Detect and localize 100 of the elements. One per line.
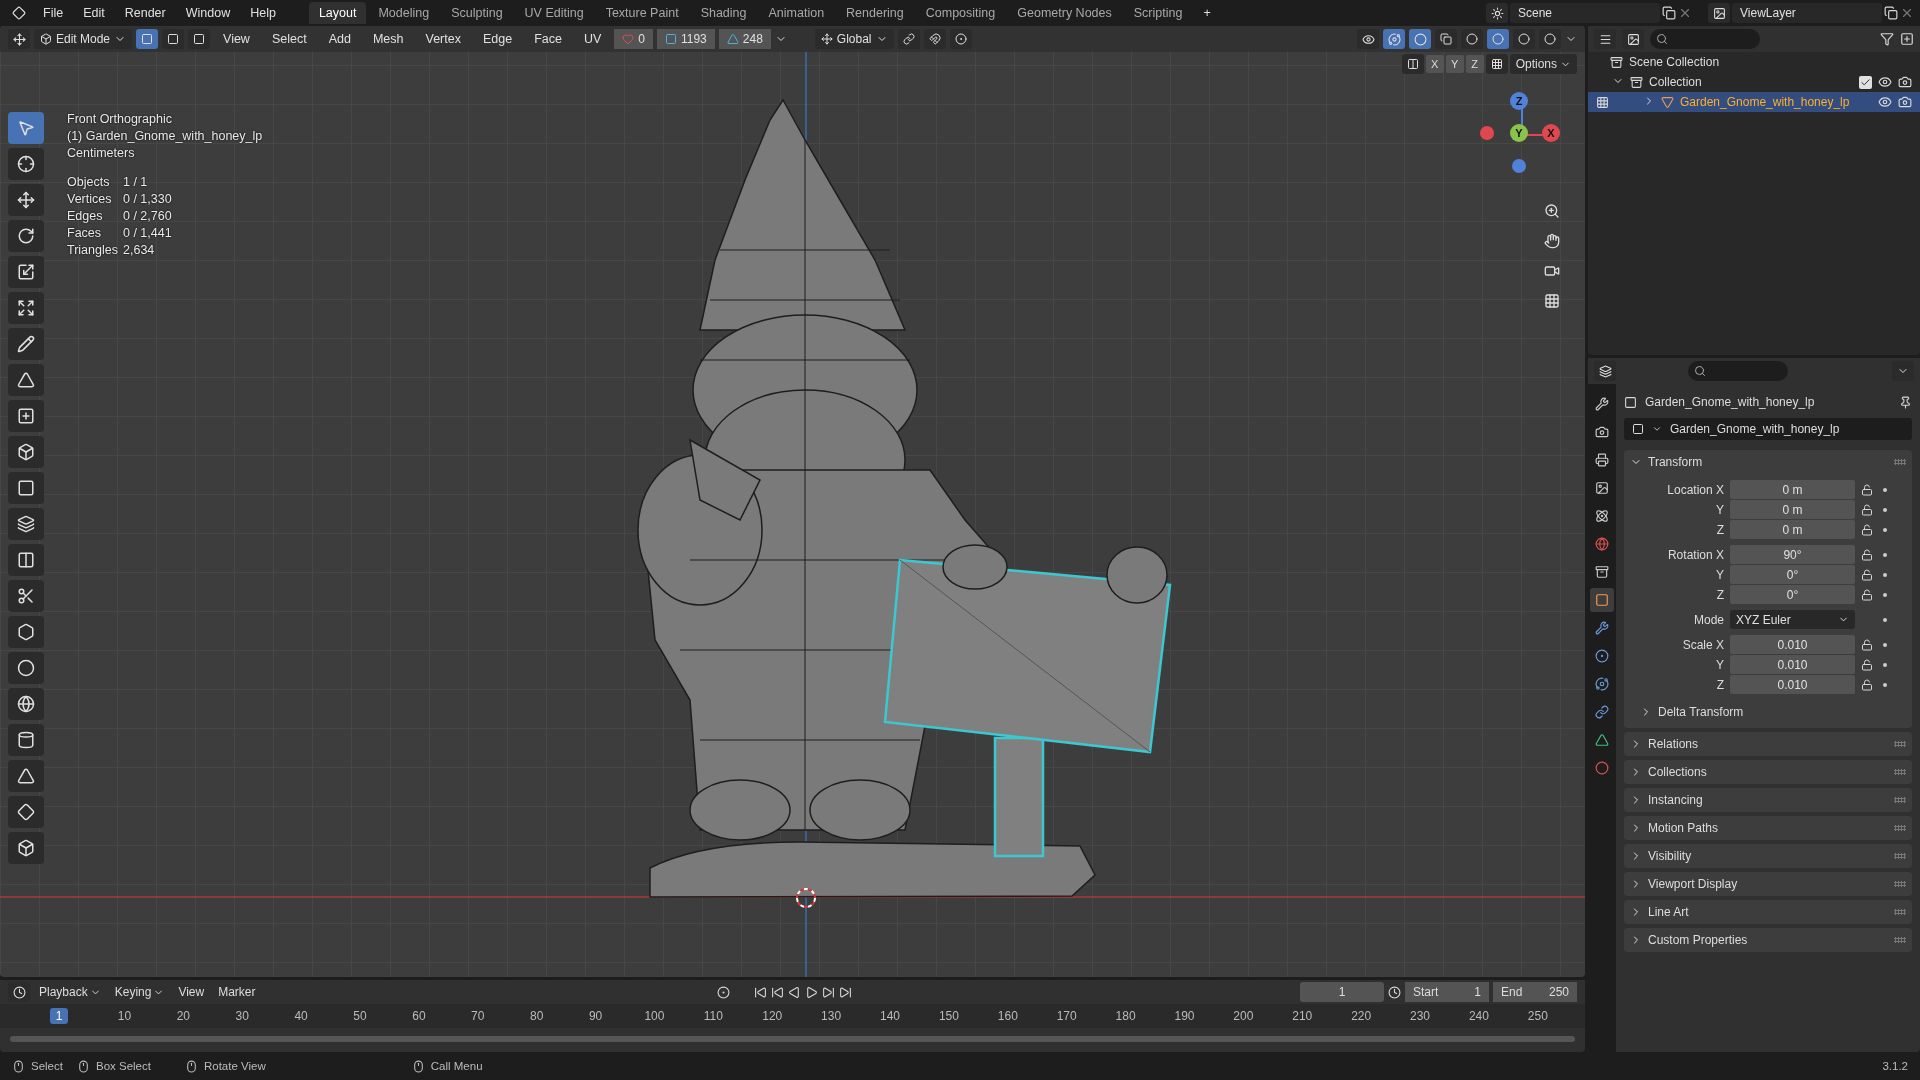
drag-handle-icon[interactable] [1894,769,1906,775]
filter-icon[interactable] [1880,32,1894,46]
lock-icon[interactable] [1861,658,1873,671]
number-field[interactable]: 0.010 [1730,635,1855,654]
tool-button[interactable] [8,256,44,288]
number-field[interactable]: 0.010 [1730,655,1855,674]
shading-mode-button[interactable] [1461,29,1483,49]
lock-icon[interactable] [1861,503,1873,516]
object-name-field[interactable]: Garden_Gnome_with_honey_lp [1624,418,1912,440]
keyframe-dot-icon[interactable] [1883,552,1887,557]
close-icon[interactable] [1678,6,1692,20]
menu-item[interactable]: Window [176,2,240,24]
gizmo-axis-ball[interactable] [1480,126,1494,140]
camera-icon[interactable] [1898,75,1912,89]
record-icon[interactable] [717,985,730,999]
end-frame-field[interactable]: End 250 [1493,982,1577,1002]
mirror-axis-button[interactable]: X [1425,55,1444,73]
gizmo-button[interactable] [1383,29,1405,49]
play-reverse-icon[interactable] [788,985,801,999]
number-field[interactable]: 0.010 [1730,675,1855,694]
tool-button[interactable] [8,616,44,648]
copy-icon[interactable] [1884,6,1898,20]
workspace-tab[interactable]: Rendering [836,2,914,24]
eye-icon[interactable] [1878,75,1892,89]
editor-type-button[interactable] [8,29,30,49]
workspace-tab[interactable]: Sculpting [441,2,513,24]
tool-button[interactable] [8,688,44,720]
jump-start-icon[interactable] [754,985,767,999]
mirror-button[interactable] [1401,54,1424,74]
select-mode-button[interactable] [162,29,185,49]
next-keyframe-icon[interactable] [822,985,835,999]
menu-item[interactable]: Help [241,2,285,24]
workspace-tab[interactable]: UV Editing [514,2,594,24]
close-icon[interactable] [1900,6,1914,20]
drag-handle-icon[interactable] [1894,937,1906,943]
tool-button[interactable] [8,148,44,180]
workspace-tab[interactable]: Layout [308,2,367,24]
number-field[interactable]: 0° [1730,565,1855,584]
properties-tab[interactable] [1590,588,1614,612]
menu-item[interactable]: File [34,2,73,24]
menu-item[interactable]: UV [574,28,611,50]
scene-field[interactable]: Scene [1510,3,1660,23]
menu-item[interactable]: Add [319,28,360,50]
outliner-item[interactable]: Garden_Gnome_with_honey_lp [1680,95,1850,109]
eye-icon[interactable] [1878,95,1892,109]
search-field[interactable] [1650,29,1760,49]
overlay-button[interactable] [1409,29,1431,49]
workspace-tab[interactable]: Shading [690,2,757,24]
menu-item[interactable]: Edge [473,28,522,50]
camera-icon[interactable] [1898,95,1912,109]
workspace-tab[interactable]: Geometry Nodes [1007,2,1122,24]
panel-title[interactable]: Transform [1648,455,1703,469]
gizmo-axis-ball[interactable]: X [1542,124,1560,142]
menu-item[interactable]: View [214,28,259,50]
number-field[interactable]: 90° [1730,545,1855,564]
current-frame-field[interactable]: 1 [1300,982,1384,1002]
number-field[interactable]: 0° [1730,585,1855,604]
panel-title[interactable]: Visibility [1648,849,1692,863]
timeline-scrollbar[interactable] [10,1036,1575,1042]
timeline-menu[interactable]: Marker [213,985,261,999]
view-layer-field[interactable]: ViewLayer [1732,3,1882,23]
shading-mode-button[interactable] [1513,29,1535,49]
visibility-button[interactable] [1357,29,1379,49]
keyframe-dot-icon[interactable] [1883,572,1887,577]
shading-mode-button[interactable] [1487,29,1509,49]
stopwatch-icon[interactable] [1388,985,1401,999]
drag-handle-icon[interactable] [1894,825,1906,831]
display-mode-button[interactable] [1622,29,1644,49]
tool-button[interactable] [8,652,44,684]
keyframe-dot-icon[interactable] [1883,487,1887,492]
shading-mode-button[interactable] [1539,29,1561,49]
select-mode-button[interactable] [136,29,159,49]
lock-icon[interactable] [1861,568,1873,581]
workspace-tab[interactable]: Animation [758,2,835,24]
view-layer-selector-button[interactable] [1708,3,1730,23]
panel-title[interactable]: Viewport Display [1648,877,1738,891]
tool-button[interactable] [8,472,44,504]
keyframe-dot-icon[interactable] [1883,527,1887,532]
timeline-menu[interactable]: Playback [34,985,106,999]
number-field[interactable]: 0 m [1730,520,1855,539]
tool-button[interactable] [8,220,44,252]
keyframe-dot-icon[interactable] [1883,662,1887,667]
play-icon[interactable] [805,985,818,999]
mesh-counter[interactable]: 1193 [657,29,715,49]
select-mode-button[interactable] [188,29,211,49]
tool-button[interactable] [8,364,44,396]
tool-button[interactable] [8,760,44,792]
panel-title[interactable]: Collections [1648,765,1707,779]
workspace-tab[interactable]: Texture Paint [595,2,689,24]
timeline-menu[interactable]: View [173,985,210,999]
menu-item[interactable]: Edit [74,2,114,24]
tool-button[interactable] [8,328,44,360]
rotation-mode-dropdown[interactable]: XYZ Euler [1730,610,1855,629]
panel-title[interactable]: Instancing [1648,793,1703,807]
copy-icon[interactable] [1662,6,1676,20]
current-frame-marker[interactable]: 1 [49,1008,69,1024]
xray-button[interactable] [1435,29,1457,49]
tool-button[interactable] [8,400,44,432]
lock-icon[interactable] [1861,523,1873,536]
editor-type-button[interactable] [1594,29,1616,49]
